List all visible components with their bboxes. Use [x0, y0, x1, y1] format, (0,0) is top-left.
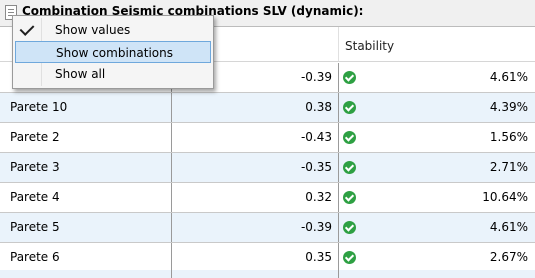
row-value: 0.32: [172, 183, 339, 212]
check-circle-icon: [343, 221, 356, 234]
row-stability: 4.61%: [339, 63, 535, 92]
table-row[interactable]: Parete 4 0.32 10.64%: [0, 183, 535, 213]
table-row[interactable]: Parete 6 0.35 2.67%: [0, 243, 535, 273]
stability-percent: 10.64%: [482, 190, 528, 204]
row-value: -0.43: [172, 123, 339, 152]
check-circle-icon: [343, 191, 356, 204]
table-row-partial: [0, 270, 535, 278]
row-stability: 2.67%: [339, 243, 535, 272]
row-stability: 4.39%: [339, 93, 535, 122]
row-stability: 10.64%: [339, 183, 535, 212]
stability-percent: 4.39%: [489, 100, 528, 114]
row-name: Parete 5: [0, 213, 172, 242]
row-stability: 1.56%: [339, 123, 535, 152]
row-value: -0.39: [172, 213, 339, 242]
table-row[interactable]: Parete 10 0.38 4.39%: [0, 93, 535, 123]
row-stability: 2.71%: [339, 153, 535, 182]
stability-percent: 2.67%: [489, 250, 528, 264]
context-menu: Show values Show combinations Show all: [12, 15, 214, 89]
row-value-partial: [172, 270, 339, 278]
row-name: Parete 10: [0, 93, 172, 122]
table-row[interactable]: Parete 2 -0.43 1.56%: [0, 123, 535, 153]
column-header-stability-label: Stability: [345, 39, 395, 53]
row-name: Parete 2: [0, 123, 172, 152]
column-header-stability[interactable]: Stability: [339, 27, 535, 62]
row-name: Parete 3: [0, 153, 172, 182]
menu-item-show-all[interactable]: Show all: [15, 63, 211, 85]
checkmark-icon: [19, 21, 35, 36]
table-row[interactable]: Parete 3 -0.35 2.71%: [0, 153, 535, 183]
row-name-partial: [0, 270, 172, 278]
row-value: 0.35: [172, 243, 339, 272]
row-name: Parete 6: [0, 243, 172, 272]
row-value: 0.38: [172, 93, 339, 122]
stability-percent: 2.71%: [489, 160, 528, 174]
check-circle-icon: [343, 71, 356, 84]
table-row[interactable]: Parete 5 -0.39 4.61%: [0, 213, 535, 243]
menu-item-show-combinations[interactable]: Show combinations: [15, 41, 211, 63]
menu-item-label: Show all: [55, 67, 106, 81]
stability-percent: 4.61%: [489, 220, 528, 234]
row-name: Parete 4: [0, 183, 172, 212]
stability-percent: 1.56%: [489, 130, 528, 144]
menu-item-label: Show values: [55, 23, 131, 37]
stability-percent: 4.61%: [489, 70, 528, 84]
check-circle-icon: [343, 161, 356, 174]
menu-item-label: Show combinations: [56, 46, 173, 60]
row-stability: 4.61%: [339, 213, 535, 242]
check-circle-icon: [343, 131, 356, 144]
check-circle-icon: [343, 101, 356, 114]
row-value: -0.35: [172, 153, 339, 182]
menu-item-show-values[interactable]: Show values: [15, 19, 211, 41]
check-circle-icon: [343, 251, 356, 264]
